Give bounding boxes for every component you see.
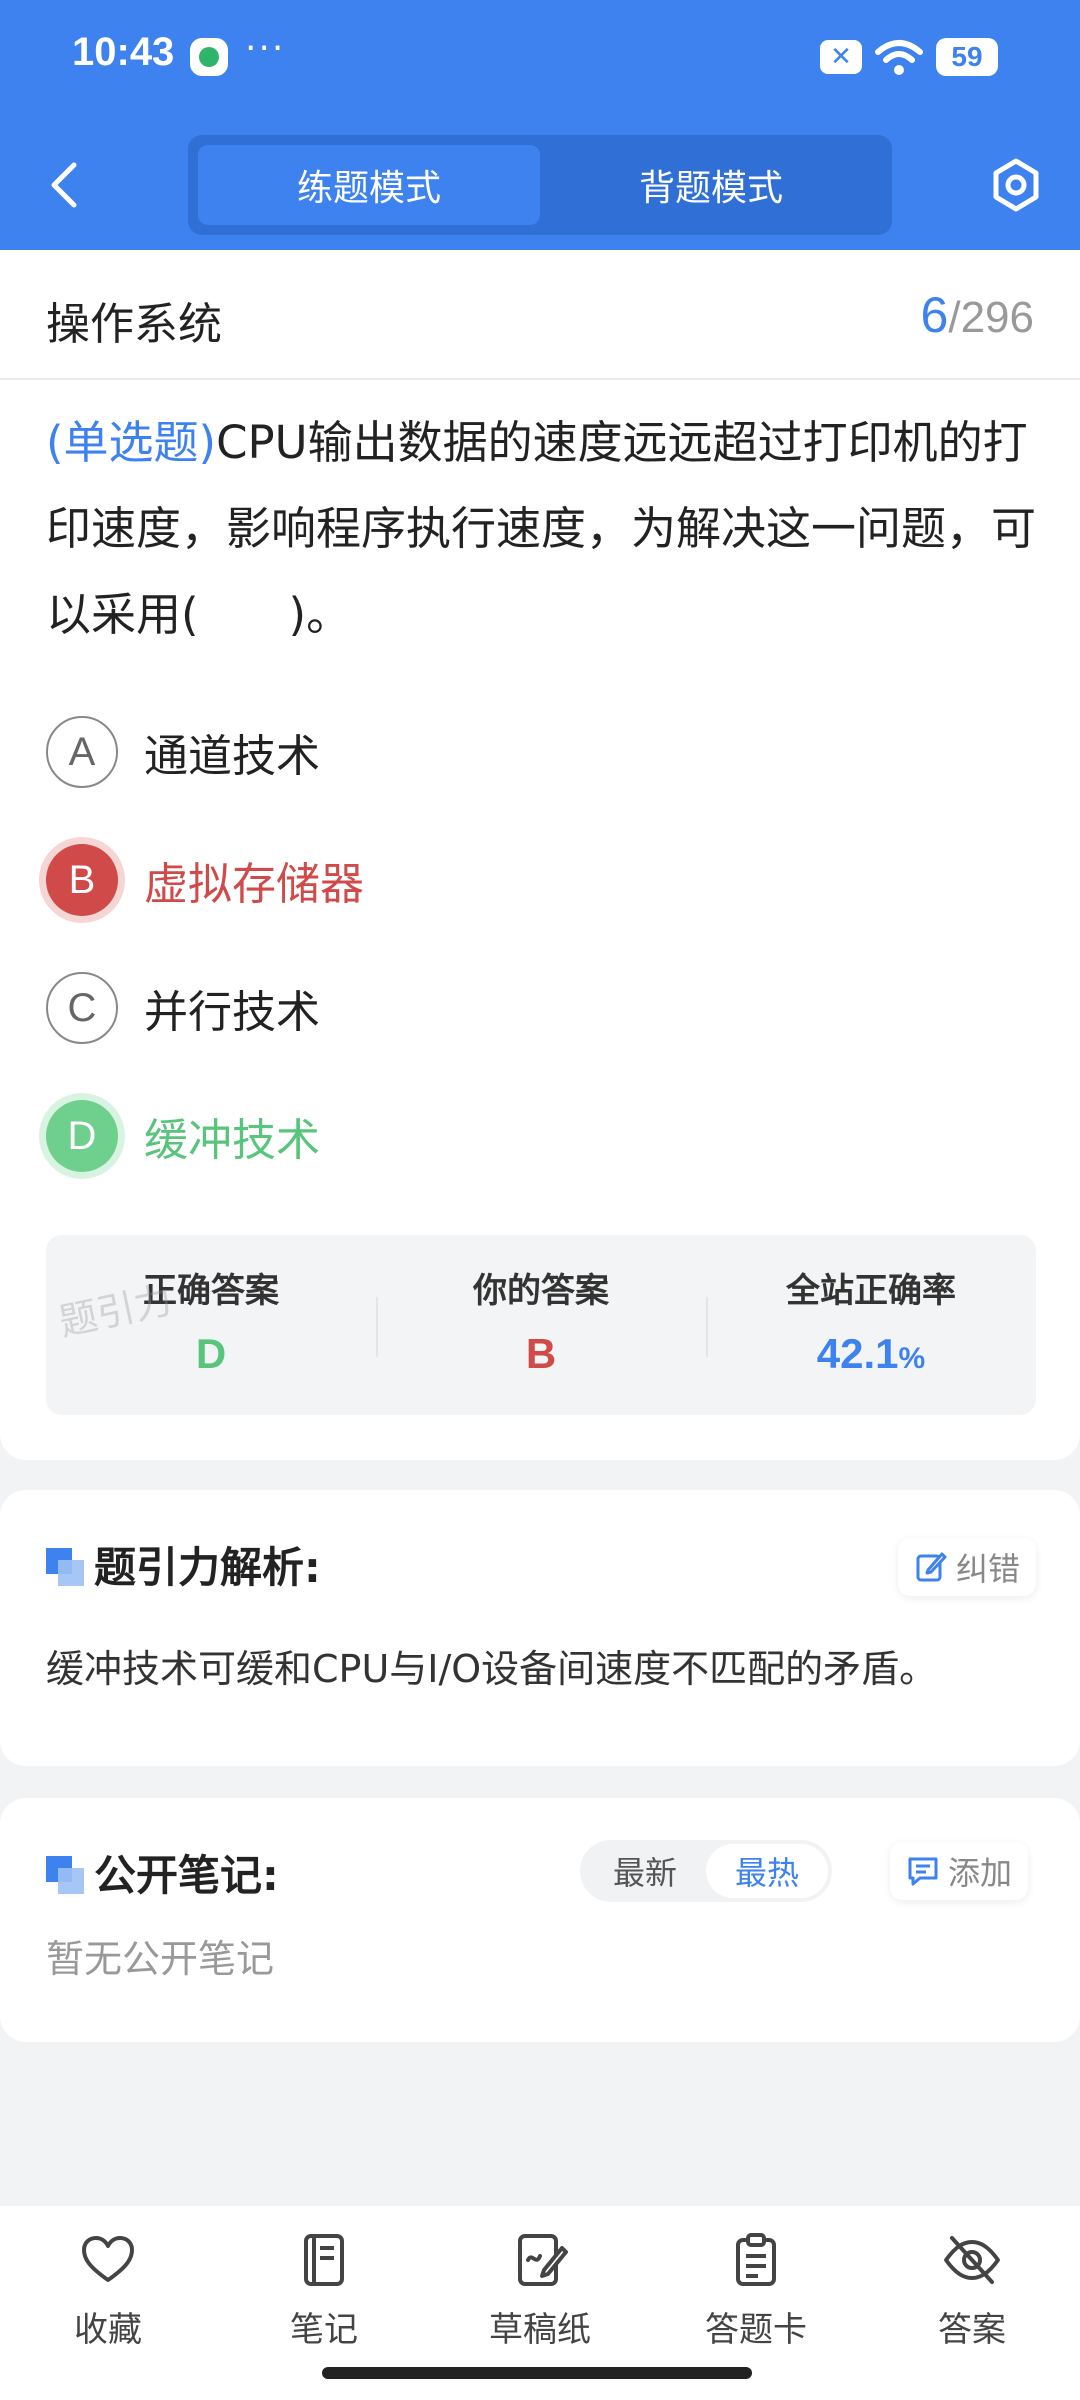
- notification-app-icon: [190, 38, 228, 76]
- subject-bar: 操作系统 6/296: [0, 250, 1080, 380]
- section-square-icon: [46, 1548, 84, 1586]
- tab-memorize-mode[interactable]: 背题模式: [540, 145, 882, 225]
- notes-sort-toggle: 最新 最热: [580, 1840, 832, 1902]
- analysis-body: 缓冲技术可缓和CPU与I/O设备间速度不匹配的矛盾。: [46, 1647, 938, 1691]
- section-square-icon: [46, 1856, 84, 1894]
- nav-favorite[interactable]: 收藏: [0, 2206, 216, 2400]
- answer-summary: 正确答案 D 你的答案 B 全站正确率 42.1%: [46, 1235, 1036, 1415]
- settings-icon[interactable]: [990, 155, 1042, 215]
- rate-unit: %: [898, 1342, 926, 1375]
- nav-label: 草稿纸: [489, 2310, 591, 2350]
- eye-off-icon: [944, 2236, 1000, 2284]
- status-bar: 10:43 ··· ✕ 59: [0, 0, 1080, 120]
- your-answer: 你的答案 B: [376, 1235, 706, 1415]
- more-notifications-icon: ···: [245, 28, 286, 69]
- question-card: 操作系统 6/296 (单选题)CPU输出数据的速度远远超过打印机的打印速度，影…: [0, 250, 1080, 1460]
- question-type: (单选题): [46, 416, 217, 469]
- nav-label: 笔记: [290, 2310, 358, 2350]
- option-text: 虚拟存储器: [144, 859, 364, 910]
- nav-label: 答案: [938, 2310, 1006, 2350]
- site-correct-rate: 全站正确率 42.1%: [706, 1235, 1036, 1415]
- nav-answer[interactable]: 答案: [864, 2206, 1080, 2400]
- battery-icon: 59: [936, 38, 998, 76]
- option-text: 缓冲技术: [144, 1115, 320, 1166]
- scratch-paper-icon: [518, 2234, 568, 2286]
- report-error-button[interactable]: 纠错: [898, 1538, 1037, 1596]
- option-a[interactable]: A 通道技术: [46, 715, 946, 789]
- question-text: (单选题)CPU输出数据的速度远远超过打印机的打印速度，影响程序执行速度，为解决…: [46, 400, 1036, 658]
- current-question-number: 6: [920, 287, 949, 343]
- analysis-card: 题引力解析: 纠错 缓冲技术可缓和CPU与I/O设备间速度不匹配的矛盾。: [0, 1490, 1080, 1766]
- edit-icon: [916, 1552, 947, 1582]
- total-question-count: 296: [960, 293, 1034, 342]
- top-bar: 10:43 ··· ✕ 59 练题模式 背题模式: [0, 0, 1080, 250]
- add-note-label: 添加: [948, 1854, 1013, 1892]
- option-letter: A: [46, 716, 118, 788]
- option-letter: D: [46, 1100, 118, 1172]
- your-answer-value: B: [525, 1330, 557, 1377]
- clipboard-icon: [736, 2233, 776, 2286]
- notebook-icon: [304, 2234, 344, 2286]
- notes-title: 公开笔记:: [94, 1851, 279, 1900]
- question-progress[interactable]: 6/296: [921, 286, 1034, 344]
- status-time: 10:43: [72, 30, 175, 74]
- option-d[interactable]: D 缓冲技术: [46, 1099, 946, 1173]
- your-answer-label: 你的答案: [473, 1271, 609, 1311]
- nav-label: 收藏: [74, 2310, 142, 2350]
- option-text: 并行技术: [144, 987, 320, 1038]
- analysis-title: 题引力解析:: [94, 1543, 321, 1592]
- home-indicator[interactable]: [322, 2367, 752, 2379]
- option-text: 通道技术: [144, 731, 320, 782]
- comment-icon: [908, 1857, 938, 1886]
- subject-title: 操作系统: [46, 299, 222, 350]
- option-b[interactable]: B 虚拟存储器: [46, 843, 946, 917]
- site-correct-rate-value: 42.1%: [706, 1330, 1036, 1378]
- tab-practice-mode[interactable]: 练题模式: [198, 145, 540, 225]
- public-notes-card: 公开笔记: 最新 最热 添加 暂无公开笔记: [0, 1798, 1080, 2042]
- wifi-icon: [875, 40, 923, 75]
- rate-number: 42.1: [816, 1330, 899, 1377]
- mode-switch: 练题模式 背题模式: [188, 135, 892, 235]
- add-note-button[interactable]: 添加: [890, 1842, 1029, 1900]
- report-error-label: 纠错: [956, 1550, 1021, 1588]
- sort-latest[interactable]: 最新: [584, 1844, 706, 1898]
- sort-hottest[interactable]: 最热: [706, 1844, 828, 1898]
- nav-label: 答题卡: [705, 2310, 807, 2350]
- option-letter: C: [46, 972, 118, 1044]
- progress-separator: /: [948, 293, 961, 342]
- option-c[interactable]: C 并行技术: [46, 971, 946, 1045]
- option-letter: B: [46, 844, 118, 916]
- close-notification-icon: ✕: [820, 40, 862, 74]
- notes-empty-text: 暂无公开笔记: [46, 1937, 275, 1981]
- back-arrow-icon[interactable]: [40, 155, 90, 215]
- site-correct-rate-label: 全站正确率: [786, 1271, 956, 1311]
- heart-icon: [82, 2236, 134, 2282]
